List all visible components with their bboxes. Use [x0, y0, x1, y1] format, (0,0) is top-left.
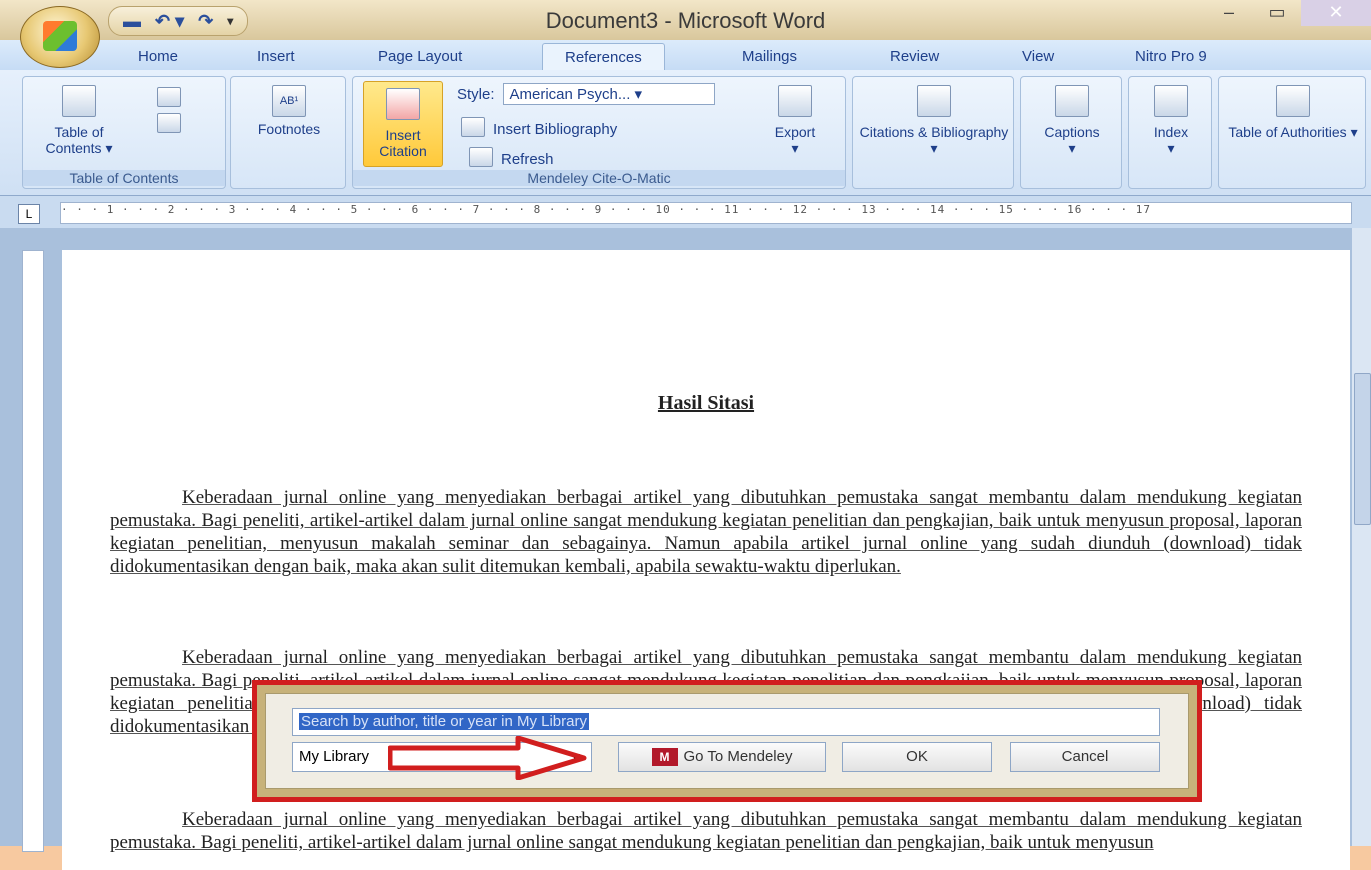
cancel-button[interactable]: Cancel — [1010, 742, 1160, 772]
paragraph-3: Keberadaan jurnal online yang menyediaka… — [110, 808, 1302, 854]
footnotes-button[interactable]: AB¹ Footnotes — [235, 85, 343, 137]
scroll-thumb[interactable] — [1354, 373, 1371, 525]
group-citations: Citations & Bibliography ▾ — [852, 76, 1014, 189]
tab-review[interactable]: Review — [890, 48, 939, 65]
minimize-button[interactable]: – — [1205, 0, 1253, 26]
insert-citation-button[interactable]: Insert Citation — [363, 81, 443, 167]
add-text-icon[interactable] — [157, 87, 181, 107]
index-button[interactable]: Index ▾ — [1131, 85, 1211, 156]
toc-icon — [62, 85, 96, 117]
group-label-toc: Table of Contents — [23, 170, 225, 186]
table-of-authorities-button[interactable]: Table of Authorities ▾ — [1221, 85, 1365, 140]
toc-label: Table of Contents ▾ — [45, 124, 113, 156]
caption-icon — [1055, 85, 1089, 117]
export-label: Export — [774, 124, 816, 140]
mendeley-logo-icon: M — [651, 748, 678, 767]
title-bar: ▬ ↶ ▾ ↷ ▾ Document3 - Microsoft Word – ▭… — [0, 0, 1371, 40]
refresh-icon — [469, 147, 493, 167]
insert-bibliography-label: Insert Bibliography — [493, 120, 618, 138]
close-button[interactable]: ✕ — [1301, 0, 1371, 26]
bibliography-icon — [461, 117, 485, 137]
export-icon — [778, 85, 812, 117]
authorities-label: Table of Authorities ▾ — [1228, 124, 1358, 140]
refresh-label: Refresh — [501, 150, 554, 168]
citations-label: Citations & Bibliography ▾ — [859, 124, 1009, 156]
paragraph-1: Keberadaan jurnal online yang menyediaka… — [110, 486, 1302, 578]
citations-bibliography-button[interactable]: Citations & Bibliography ▾ — [855, 85, 1013, 156]
group-mendeley: Insert Citation Style: American Psych...… — [352, 76, 846, 189]
document-heading: Hasil Sitasi — [657, 392, 755, 414]
footnote-icon: AB¹ — [272, 85, 306, 117]
tab-mailings[interactable]: Mailings — [742, 48, 797, 65]
captions-button[interactable]: Captions ▾ — [1023, 85, 1121, 156]
office-button[interactable] — [20, 6, 100, 68]
insert-citation-label: Insert Citation — [379, 127, 427, 159]
ok-button[interactable]: OK — [842, 742, 992, 772]
insert-bibliography-button[interactable]: Insert Bibliography — [461, 117, 617, 141]
insert-citation-icon — [386, 88, 420, 120]
tab-references[interactable]: References — [542, 43, 665, 70]
captions-label: Captions — [1044, 124, 1100, 140]
annotation-arrow-icon — [388, 736, 587, 780]
maximize-button[interactable]: ▭ — [1253, 0, 1301, 26]
style-value: American Psych... — [509, 86, 631, 103]
group-authorities: Table of Authorities ▾ — [1218, 76, 1366, 189]
citation-icon — [917, 85, 951, 117]
tab-selector-icon[interactable]: L — [18, 204, 40, 224]
tab-view[interactable]: View — [1022, 48, 1054, 65]
footnotes-label: Footnotes — [257, 121, 321, 137]
group-label-mendeley: Mendeley Cite-O-Matic — [353, 170, 845, 186]
update-table-icon[interactable] — [157, 113, 181, 133]
group-captions: Captions ▾ — [1020, 76, 1122, 189]
style-select[interactable]: American Psych... ▾ — [502, 83, 715, 105]
ribbon: Table of Contents ▾ Table of Contents AB… — [0, 70, 1371, 196]
vertical-ruler[interactable] — [22, 250, 44, 852]
index-icon — [1154, 85, 1188, 117]
go-to-mendeley-button[interactable]: M Go To Mendeley — [618, 742, 826, 772]
vertical-scrollbar[interactable] — [1352, 228, 1371, 846]
office-logo-icon — [43, 21, 77, 51]
tab-home[interactable]: Home — [138, 48, 178, 65]
window-title: Document3 - Microsoft Word — [545, 8, 826, 33]
tab-nitro-pro[interactable]: Nitro Pro 9 — [1135, 48, 1207, 65]
export-button[interactable]: Export ▾ — [755, 85, 835, 156]
tab-page-layout[interactable]: Page Layout — [378, 48, 462, 65]
search-input-value: Search by author, title or year in My Li… — [299, 713, 589, 730]
group-index: Index ▾ — [1128, 76, 1212, 189]
refresh-button[interactable]: Refresh — [469, 147, 554, 171]
search-input[interactable]: Search by author, title or year in My Li… — [292, 708, 1160, 736]
group-footnotes: AB¹ Footnotes — [230, 76, 346, 189]
go-to-mendeley-label: Go To Mendeley — [683, 748, 793, 765]
group-table-of-contents: Table of Contents ▾ Table of Contents — [22, 76, 226, 189]
paragraph-text: Keberadaan jurnal online yang menyediaka… — [110, 809, 1302, 853]
horizontal-ruler[interactable]: · · · 1 · · · 2 · · · 3 · · · 4 · · · 5 … — [60, 202, 1352, 224]
authorities-icon — [1276, 85, 1310, 117]
paragraph-text: Keberadaan jurnal online yang menyediaka… — [110, 487, 1302, 577]
tab-insert[interactable]: Insert — [257, 48, 295, 65]
library-select-value: My Library — [299, 748, 370, 765]
table-of-contents-button[interactable]: Table of Contents ▾ — [31, 85, 127, 156]
ribbon-tabs: Home Insert Page Layout References Maili… — [0, 40, 1371, 70]
style-label: Style: — [457, 85, 495, 103]
ruler-bar: L · · · 1 · · · 2 · · · 3 · · · 4 · · · … — [0, 196, 1371, 228]
index-label: Index — [1153, 124, 1189, 140]
